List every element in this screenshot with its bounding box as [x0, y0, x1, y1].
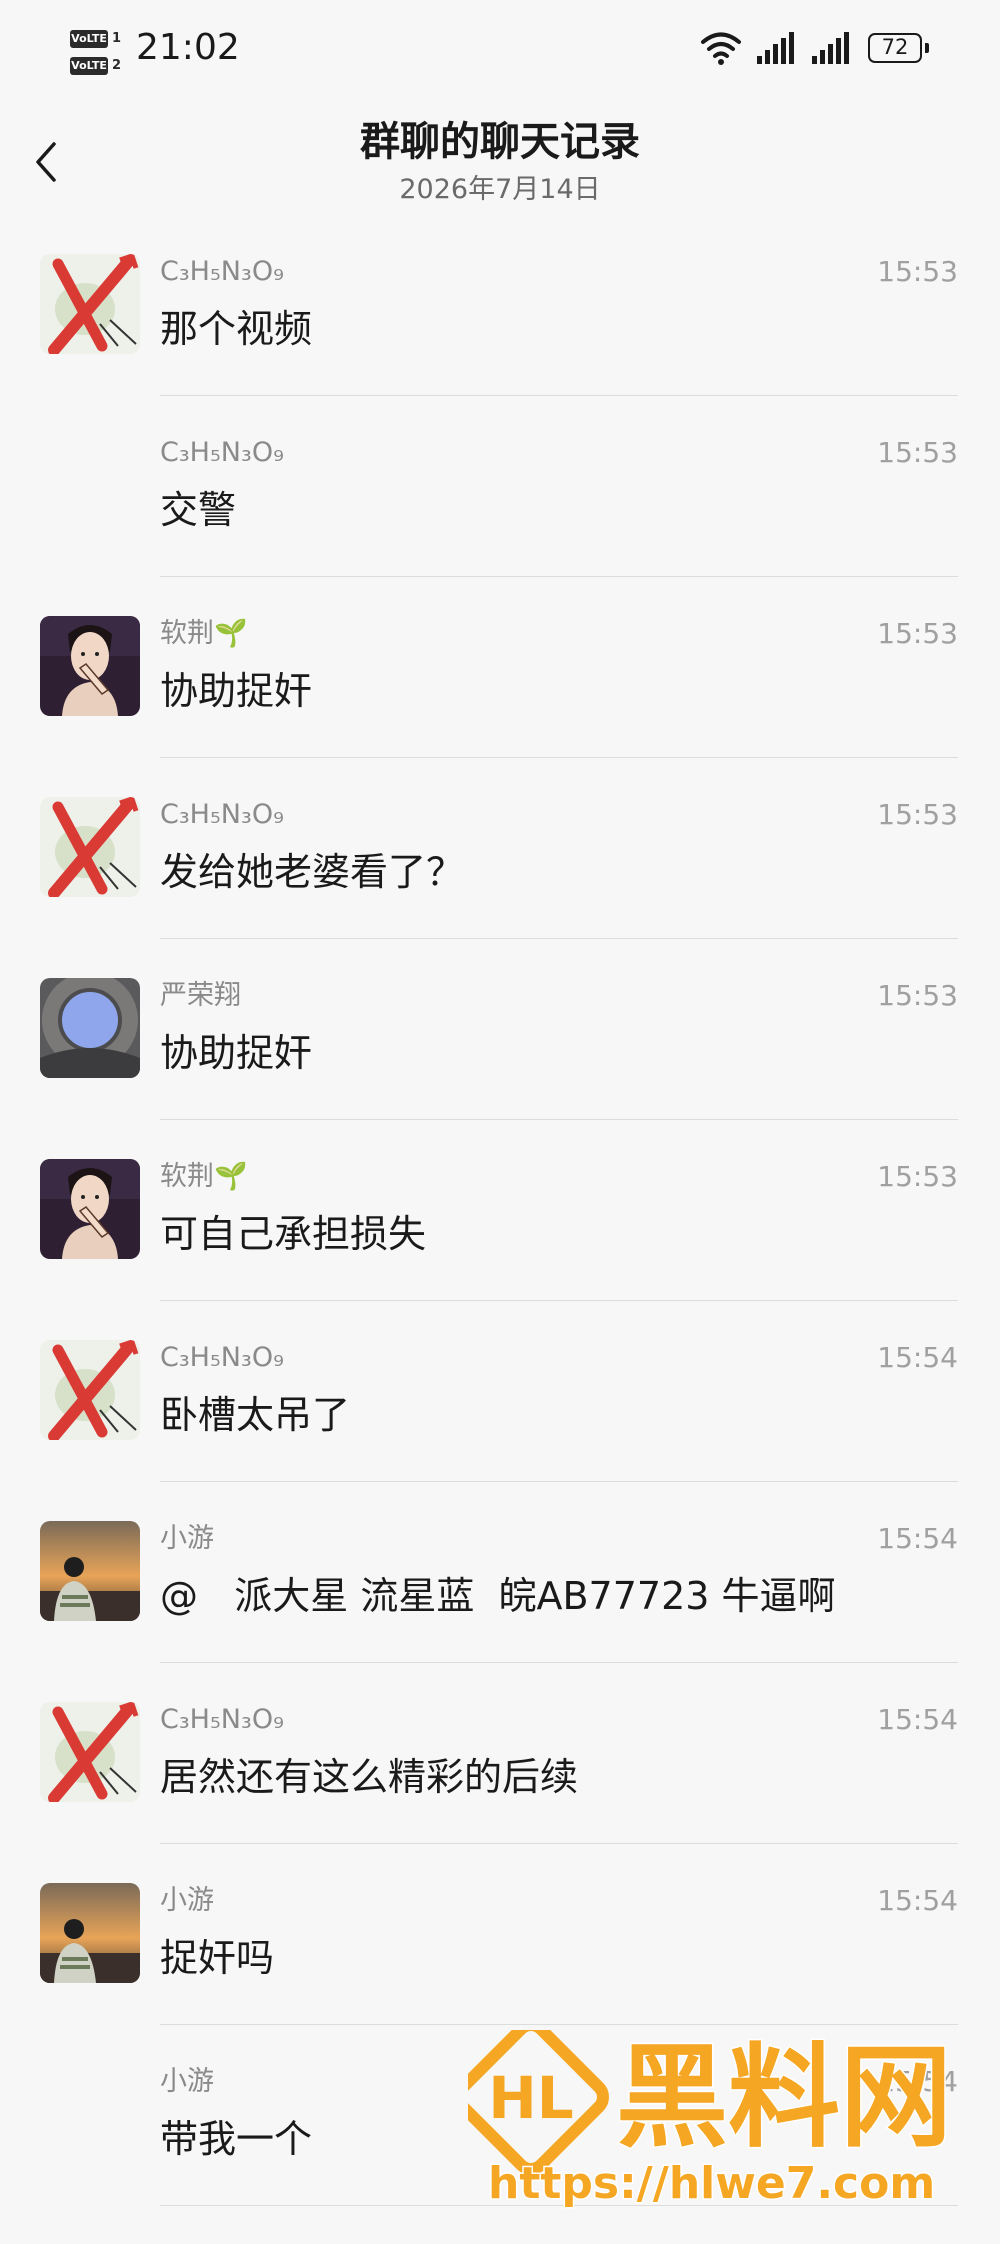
- chat-message: C₃H₅N₃O₉ 15:54 居然还有这么精彩的后续: [0, 1702, 1000, 1882]
- message-text: 带我一个: [160, 2117, 313, 2161]
- chat-message: 小游 15:54 @ 派大星 流星蓝 皖AB77723 牛逼啊: [0, 1521, 1000, 1701]
- divider: [160, 1843, 958, 1844]
- divider: [160, 2024, 958, 2025]
- svg-text:HL: HL: [488, 2064, 574, 2132]
- battery-indicator: 72: [868, 33, 929, 63]
- watermark-logo: HL 黑料网 https://hlwe7.com: [468, 2030, 954, 2211]
- avatar[interactable]: [40, 978, 140, 1078]
- volte-label: VoLTE: [70, 57, 108, 75]
- sender-name: C₃H₅N₃O₉: [160, 1342, 284, 1373]
- message-time: 15:53: [877, 436, 958, 469]
- chat-message: C₃H₅N₃O₉ 15:53 发给她老婆看了？: [0, 797, 1000, 977]
- chat-message: C₃H₅N₃O₉ 15:54 卧槽太吊了: [0, 1340, 1000, 1520]
- sender-name: 严荣翔: [160, 980, 241, 1011]
- message-text: 卧槽太吊了: [160, 1393, 351, 1437]
- watermark-brand: 黑料网: [616, 2033, 952, 2163]
- divider: [160, 1481, 958, 1482]
- sender-name: C₃H₅N₃O₉: [160, 437, 284, 468]
- sim-number: 2: [112, 58, 122, 73]
- volte-sim2-icon: VoLTE 2: [70, 57, 122, 75]
- status-bar: VoLTE 1 VoLTE 2 21:02 72: [0, 0, 1000, 100]
- sender-name: 小游: [160, 2066, 214, 2097]
- sender-name: C₃H₅N₃O₉: [160, 256, 284, 287]
- sender-name: 小游: [160, 1885, 214, 1916]
- sender-name: C₃H₅N₃O₉: [160, 799, 284, 830]
- message-text: 协助捉奸: [160, 1031, 313, 1075]
- sim-number: 1: [112, 31, 122, 46]
- volte-label: VoLTE: [70, 30, 108, 48]
- wifi-icon: [701, 32, 741, 65]
- divider: [160, 1119, 958, 1120]
- message-text: @ 派大星 流星蓝 皖AB77723 牛逼啊: [160, 1574, 836, 1618]
- sender-name: 小游: [160, 1523, 214, 1554]
- avatar[interactable]: [40, 797, 140, 897]
- volte-sim1-icon: VoLTE 1: [70, 30, 122, 48]
- avatar[interactable]: [40, 1521, 140, 1621]
- message-text: 协助捉奸: [160, 669, 313, 713]
- avatar[interactable]: [40, 1340, 140, 1440]
- chat-date: 2026年7月14日: [399, 174, 601, 205]
- sender-name: C₃H₅N₃O₉: [160, 1704, 284, 1735]
- message-time: 15:53: [877, 1160, 958, 1193]
- sender-name: 软荆🌱: [160, 1161, 248, 1192]
- message-time: 15:54: [877, 1522, 958, 1555]
- avatar[interactable]: [40, 1159, 140, 1259]
- hl-logo-icon: HL: [468, 2030, 609, 2175]
- message-text: 居然还有这么精彩的后续: [160, 1755, 579, 1799]
- divider: [160, 395, 958, 396]
- message-time: 15:53: [877, 255, 958, 288]
- avatar[interactable]: [40, 1702, 140, 1802]
- message-text: 那个视频: [160, 307, 313, 351]
- chat-message: 软荆🌱 15:53 可自己承担损失: [0, 1159, 1000, 1339]
- divider: [160, 757, 958, 758]
- avatar[interactable]: [40, 254, 140, 354]
- sender-name: 软荆🌱: [160, 618, 248, 649]
- message-time: 15:53: [877, 617, 958, 650]
- message-time: 15:54: [877, 1341, 958, 1374]
- message-time: 15:54: [877, 1884, 958, 1917]
- chat-message: 软荆🌱 15:53 协助捉奸: [0, 616, 1000, 796]
- message-text: 交警: [160, 488, 237, 532]
- chat-message: C₃H₅N₃O₉ 15:53 交警: [0, 435, 1000, 615]
- message-text: 捉奸吗: [160, 1936, 275, 1980]
- message-time: 15:53: [877, 979, 958, 1012]
- chat-message: C₃H₅N₃O₉ 15:53 那个视频: [0, 254, 1000, 434]
- divider: [160, 1662, 958, 1663]
- avatar[interactable]: [40, 1883, 140, 1983]
- signal-strength-icon: [812, 32, 849, 64]
- page-title: 群聊的聊天记录: [360, 119, 640, 165]
- avatar[interactable]: [40, 616, 140, 716]
- status-time: 21:02: [136, 27, 240, 68]
- divider: [160, 576, 958, 577]
- message-text: 可自己承担损失: [160, 1212, 427, 1256]
- message-text: 发给她老婆看了？: [160, 850, 465, 894]
- divider: [160, 938, 958, 939]
- watermark-url: https://hlwe7.com: [488, 2158, 935, 2209]
- message-time: 15:54: [877, 1703, 958, 1736]
- chat-message: 严荣翔 15:53 协助捉奸: [0, 978, 1000, 1158]
- divider: [160, 1300, 958, 1301]
- message-time: 15:53: [877, 798, 958, 831]
- signal-strength-icon: [757, 32, 794, 64]
